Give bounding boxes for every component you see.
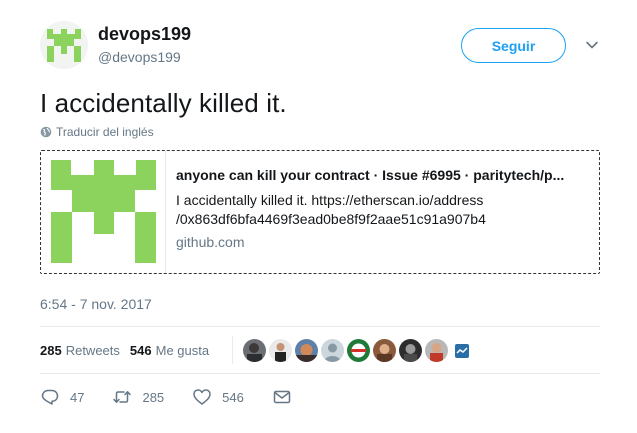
retweet-button[interactable]: 285: [112, 387, 164, 407]
direct-message-button[interactable]: [272, 387, 292, 407]
like-button[interactable]: 546: [192, 387, 244, 407]
avatar[interactable]: [40, 21, 88, 69]
avatar[interactable]: [243, 339, 266, 362]
avatar[interactable]: [455, 344, 469, 358]
card-domain: github.com: [176, 234, 245, 250]
avatar[interactable]: [321, 339, 344, 362]
liker-avatars: [243, 339, 469, 362]
card-description: I accidentally killed it. https://ethers…: [176, 192, 486, 227]
retweets-count: 285: [40, 343, 62, 358]
translate-link[interactable]: Traducir del inglés: [40, 125, 154, 139]
divider: [40, 326, 600, 327]
tweet-actions: 47 285 546: [40, 387, 320, 407]
likes-label: Me gusta: [155, 343, 210, 358]
envelope-icon: [273, 390, 291, 404]
avatar[interactable]: [295, 339, 318, 362]
chevron-down-icon[interactable]: [585, 38, 599, 52]
globe-icon: [40, 126, 52, 138]
card-body: anyone can kill your contract · Issue #6…: [166, 151, 599, 273]
retweets-stat[interactable]: 285 Retweets: [40, 343, 120, 358]
heart-icon: [193, 389, 211, 405]
green-pixel-logo-icon: [40, 21, 88, 69]
avatar[interactable]: [269, 339, 292, 362]
like-count: 546: [222, 389, 244, 405]
tweet-timestamp[interactable]: 6:54 - 7 nov. 2017: [40, 296, 152, 312]
card-thumbnail: [41, 151, 166, 273]
divider: [40, 373, 600, 374]
link-card[interactable]: anyone can kill your contract · Issue #6…: [40, 150, 600, 274]
avatar[interactable]: [425, 339, 448, 362]
reply-icon: [41, 389, 59, 405]
likes-count: 546: [129, 343, 152, 358]
likes-stat[interactable]: 546 Me gusta: [130, 343, 209, 358]
stats-separator: [232, 336, 233, 364]
tweet-text: I accidentally killed it.: [40, 88, 287, 118]
retweet-icon: [113, 391, 132, 403]
retweet-count: 285: [142, 389, 165, 405]
avatar[interactable]: [347, 339, 370, 362]
card-title[interactable]: anyone can kill your contract · Issue #6…: [176, 166, 587, 184]
translate-label[interactable]: Traducir del inglés: [56, 125, 154, 139]
retweets-label: Retweets: [65, 343, 120, 358]
user-handle[interactable]: @devops199: [98, 49, 181, 65]
engagement-stats: 285 Retweets 546 Me gusta: [40, 343, 219, 358]
display-name[interactable]: devops199: [98, 24, 191, 45]
avatar[interactable]: [399, 339, 422, 362]
reply-count: 47: [70, 389, 85, 405]
green-pixel-logo-icon: [41, 151, 165, 273]
reply-button[interactable]: 47: [40, 387, 84, 407]
avatar[interactable]: [373, 339, 396, 362]
follow-button[interactable]: Seguir: [461, 28, 566, 63]
